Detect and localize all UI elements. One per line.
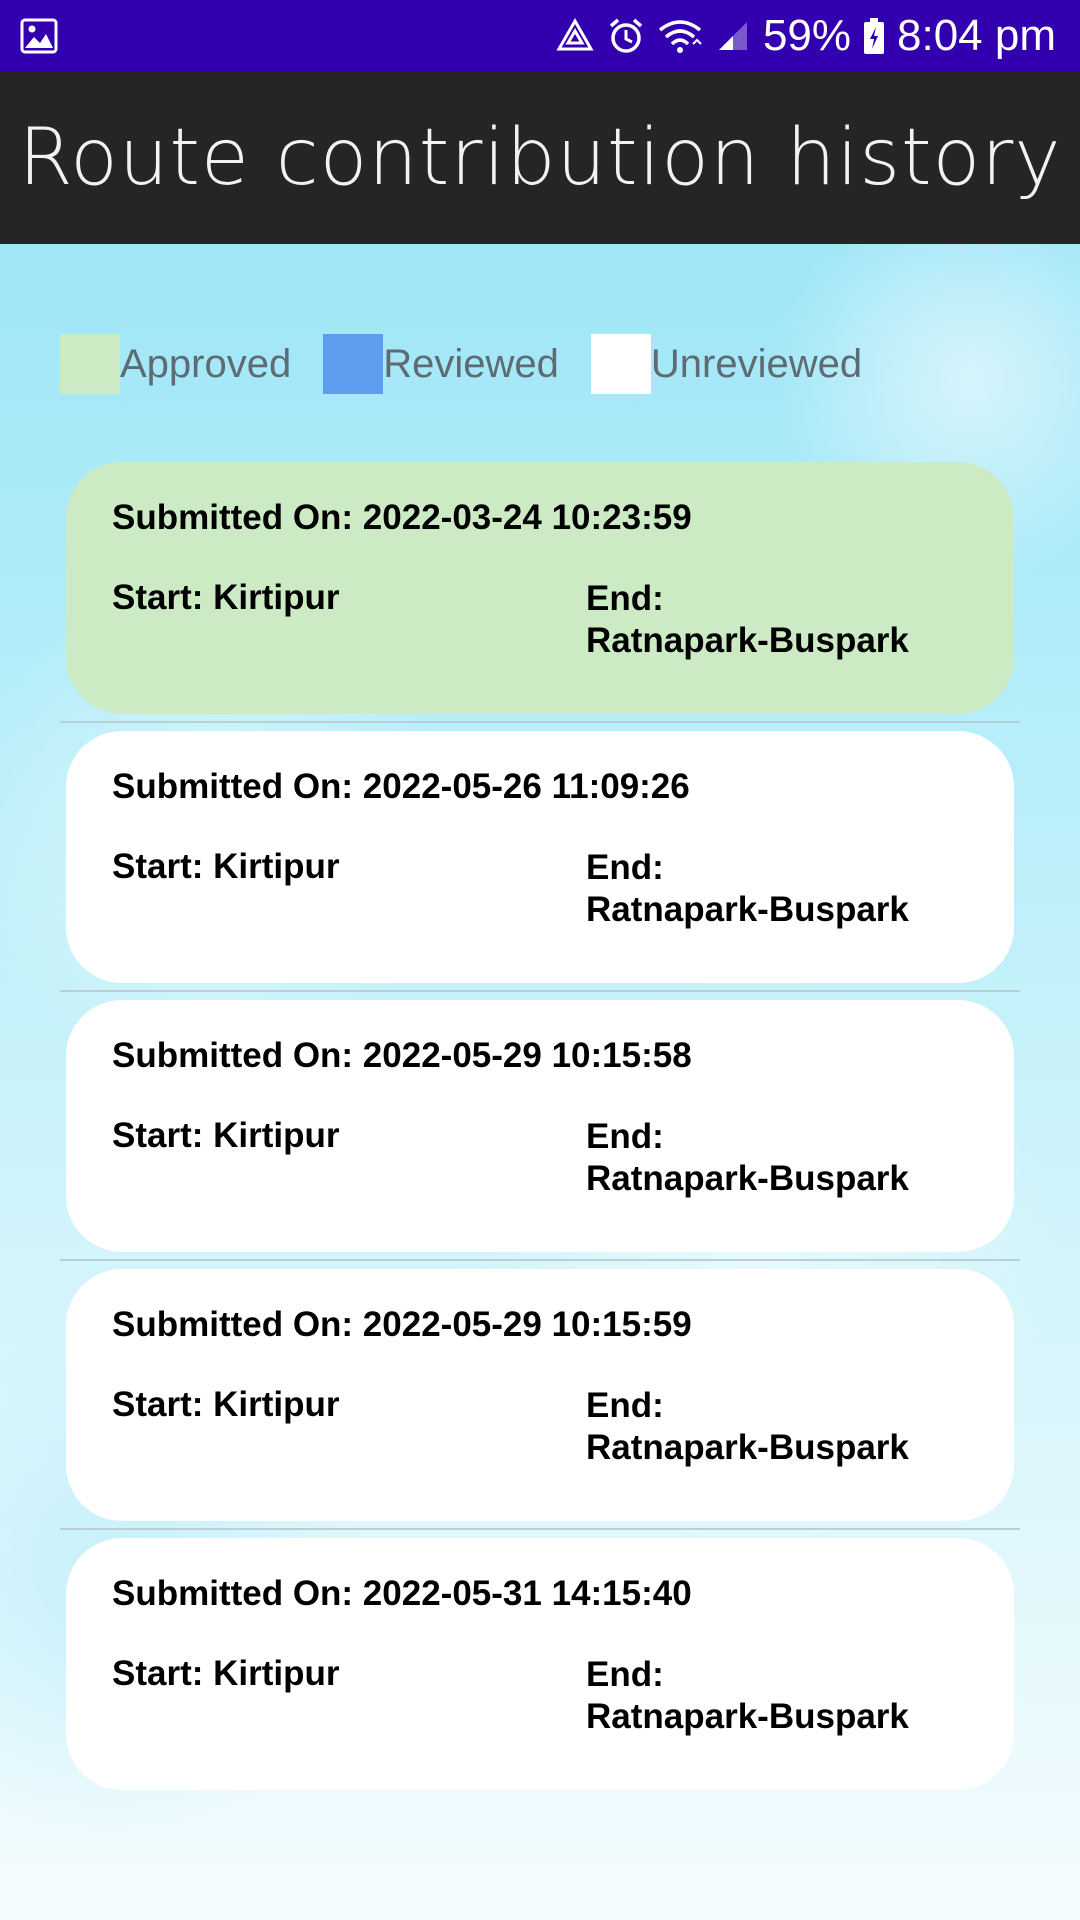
- alarm-icon: [607, 17, 645, 55]
- route-end-label: End:: [586, 1386, 664, 1425]
- battery-percent: 59%: [762, 11, 852, 60]
- approved-swatch: [60, 334, 120, 394]
- route-end-value: Ratnapark-Buspark: [586, 1697, 909, 1736]
- route-end: End: Ratnapark-Buspark: [586, 578, 909, 662]
- data-saver-icon: [555, 17, 595, 55]
- submission-card[interactable]: Submitted On: 2022-03-24 10:23:59 Start:…: [66, 462, 1014, 714]
- status-legend: Approved Reviewed Unreviewed: [60, 334, 894, 394]
- route-end: End: Ratnapark-Buspark: [586, 1385, 909, 1469]
- image-icon: [20, 18, 58, 54]
- submission-card[interactable]: Submitted On: 2022-05-31 14:15:40 Start:…: [66, 1538, 1014, 1790]
- route-start: Start: Kirtipur: [112, 1385, 340, 1424]
- route-end-label: End:: [586, 579, 664, 618]
- reviewed-swatch: [323, 334, 384, 394]
- submission-card[interactable]: Submitted On: 2022-05-26 11:09:26 Start:…: [66, 731, 1014, 983]
- page-title: Route contribution history: [18, 113, 1062, 203]
- battery-charging-icon: [863, 17, 885, 55]
- legend-unreviewed: Unreviewed: [590, 334, 863, 394]
- submission-card[interactable]: Submitted On: 2022-05-29 10:15:58 Start:…: [66, 1000, 1014, 1252]
- submitted-on: Submitted On: 2022-05-29 10:15:58: [112, 1036, 692, 1075]
- divider: [60, 990, 1020, 992]
- divider: [60, 721, 1020, 723]
- status-bar: 59% 8:04 pm: [0, 0, 1080, 72]
- legend-label: Reviewed: [383, 341, 559, 386]
- route-start: Start: Kirtipur: [112, 1116, 340, 1155]
- route-start: Start: Kirtipur: [112, 578, 340, 617]
- route-end: End: Ratnapark-Buspark: [586, 847, 909, 931]
- legend-approved: Approved: [60, 334, 291, 394]
- submitted-on: Submitted On: 2022-03-24 10:23:59: [112, 498, 692, 537]
- route-end: End: Ratnapark-Buspark: [586, 1116, 909, 1200]
- app-bar: Route contribution history: [0, 72, 1080, 244]
- submitted-on: Submitted On: 2022-05-26 11:09:26: [112, 767, 690, 806]
- submitted-on: Submitted On: 2022-05-31 14:15:40: [112, 1574, 692, 1613]
- route-end-value: Ratnapark-Buspark: [586, 890, 909, 929]
- legend-label: Unreviewed: [650, 341, 863, 386]
- legend-reviewed: Reviewed: [323, 334, 559, 394]
- signal-icon: [715, 18, 751, 54]
- route-end-label: End:: [586, 1117, 664, 1156]
- route-end-value: Ratnapark-Buspark: [586, 1428, 909, 1467]
- legend-label: Approved: [120, 341, 292, 386]
- route-end-label: End:: [586, 848, 664, 887]
- unreviewed-swatch: [590, 334, 651, 394]
- clock: 8:04 pm: [897, 11, 1056, 60]
- divider: [60, 1528, 1020, 1530]
- route-end-value: Ratnapark-Buspark: [586, 1159, 909, 1198]
- route-start: Start: Kirtipur: [112, 847, 340, 886]
- route-end-label: End:: [586, 1655, 664, 1694]
- divider: [60, 1259, 1020, 1261]
- submitted-on: Submitted On: 2022-05-29 10:15:59: [112, 1305, 692, 1344]
- route-end-value: Ratnapark-Buspark: [586, 621, 909, 660]
- wifi-icon: [657, 18, 703, 54]
- route-end: End: Ratnapark-Buspark: [586, 1654, 909, 1738]
- route-start: Start: Kirtipur: [112, 1654, 340, 1693]
- submission-card[interactable]: Submitted On: 2022-05-29 10:15:59 Start:…: [66, 1269, 1014, 1521]
